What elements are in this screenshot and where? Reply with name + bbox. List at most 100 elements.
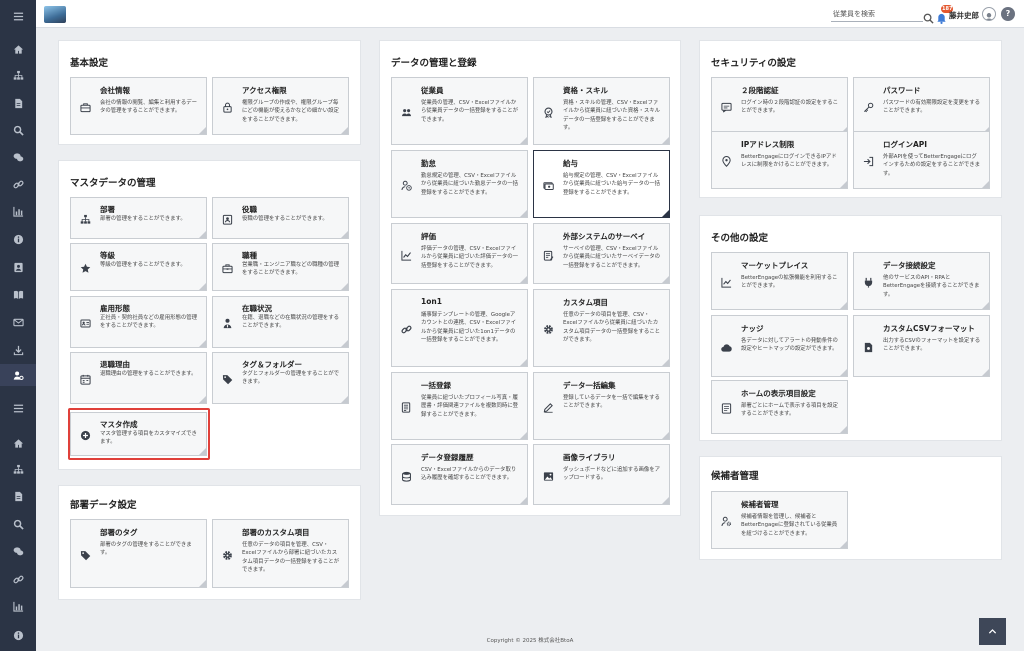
chat-icon[interactable]: [0, 146, 36, 168]
document-icon[interactable]: [0, 485, 36, 507]
plus-circle-icon: [80, 430, 91, 441]
calendar-icon: [80, 374, 91, 385]
tile-description: 議事録テンプレートの管理、Googleアカウントとの連携、CSV・Excelファ…: [421, 312, 517, 343]
message-icon: [721, 102, 732, 113]
tile-dept-0[interactable]: 部署のタグ 部署のタグの管理をすることができます。: [70, 519, 207, 588]
help-icon[interactable]: ?: [1001, 7, 1015, 21]
document-icon[interactable]: [0, 92, 36, 114]
home-icon[interactable]: [0, 432, 36, 454]
tile-data-9[interactable]: データ一括編集 登録しているデータを一括で編集をすることができます。: [533, 372, 670, 440]
section-title: 部署データ設定: [70, 500, 137, 511]
tile-data-2[interactable]: 勤怠勤怠規定の管理、CSV・Excelファイルから従業員に紐づいた勤怠データの一…: [391, 150, 528, 218]
tile-description: 他のサービスのAPI・RPAとBetterEngageを接続することができます。: [883, 275, 980, 298]
tile-data-5[interactable]: 外部システムのサーベイ サーベイの管理、CSV・Excelファイルから従業員に紐づ…: [533, 223, 670, 284]
org-chart-icon[interactable]: [0, 458, 36, 480]
tile-data-6[interactable]: 1on1 議事録テンプレートの管理、Googleアカウントとの連携、CSV・Exc…: [391, 289, 528, 367]
tile-basic-0[interactable]: 会社情報 会社の情報の閲覧、編集と利用するデータの管理をすることができます。: [70, 77, 207, 135]
tile-master-3[interactable]: 職種 営業職・エンジニア職などの職種の管理をすることができます。: [212, 243, 349, 291]
tile-data-7[interactable]: カスタム項目 任意のデータの項目を管理、CSV・Excelファイルから従業員に紐づ…: [533, 289, 670, 367]
book-icon[interactable]: [0, 283, 36, 305]
company-logo[interactable]: [44, 6, 66, 23]
tile-description: 勤怠規定の管理、CSV・Excelファイルから従業員に紐づいた勤怠データの一括登…: [421, 173, 519, 196]
tile-description: 任意のデータの項目を管理、CSV・Excelファイルから従業員に紐づいたカスタム…: [563, 312, 661, 343]
org-chart-icon[interactable]: [0, 64, 36, 86]
search-icon[interactable]: [923, 9, 934, 24]
sidebar-nav: [0, 0, 36, 651]
org-chart-icon: [80, 214, 91, 225]
tile-title: 会社情報: [100, 86, 130, 95]
section-title: マスタデータの管理: [70, 178, 156, 189]
tile-data-8[interactable]: 一括登録 従業員に紐づいたプロフィール写真・履歴書・評価関連ファイルを複数同時に登…: [391, 372, 528, 440]
home-icon[interactable]: [0, 38, 36, 60]
tile-master-0[interactable]: 部署 部署の管理をすることができます。: [70, 197, 207, 239]
tile-description: 資格・スキルの管理、CSV・Excelファイルから従業員に紐づいた資格・スキルデ…: [563, 100, 661, 131]
tag-icon: [80, 550, 91, 561]
tile-security-2[interactable]: IPアドレス制限 BetterEngageにログインできるIPアドレスに制限をかけ…: [711, 131, 848, 189]
tile-title: 勤怠: [421, 159, 436, 168]
tile-master-6[interactable]: 退職理由 退職理由の管理をすることができます。: [70, 352, 207, 404]
tile-title: パスワード: [883, 86, 921, 95]
tile-data-11[interactable]: 画像ライブラリ ダッシュボードなどに追加する画像をアップロードする。: [533, 444, 670, 505]
tile-master-1[interactable]: 役職 役職の管理をすることができます。: [212, 197, 349, 239]
avatar[interactable]: [982, 7, 996, 21]
bar-chart-icon[interactable]: [0, 595, 36, 617]
tile-dept-1[interactable]: 部署のカスタム項目 任意のデータの項目を管理、CSV・Excelファイルから部署に…: [212, 519, 349, 588]
tile-master-4[interactable]: 雇用形態 正社員・契約社員などの雇用形態の管理をすることができます。: [70, 296, 207, 348]
tile-master-7[interactable]: タグ＆フォルダー タグとフォルダーの管理をすることができます。: [212, 352, 349, 404]
tile-master-2[interactable]: 等級 等級の管理をすることができます。: [70, 243, 207, 291]
location-icon: [721, 156, 732, 167]
tile-description: 任意のデータの項目を管理、CSV・Excelファイルから部署に紐づいたカスタム項…: [242, 542, 340, 573]
tile-description: 部署ごとにホームで表示する項目を設定することができます。: [741, 403, 838, 418]
tile-candidate-0[interactable]: 候補者管理 候補者情報を管理し、候補者とBetterEngageに登録されている従…: [711, 491, 848, 549]
person-clock-icon: [401, 180, 412, 191]
tile-title: 役職: [242, 205, 257, 214]
menu-icon[interactable]: [0, 397, 36, 419]
chat-icon[interactable]: [0, 540, 36, 562]
username-label[interactable]: 藤井史郎: [949, 10, 979, 21]
tile-security-1[interactable]: パスワード パスワードの有効期限設定を変更をすることができます。: [853, 77, 990, 135]
cloud-icon: [721, 342, 732, 353]
tile-other-4[interactable]: ホームの表示項目設定 部署ごとにホームで表示する項目を設定することができます。: [711, 380, 848, 434]
link-icon[interactable]: [0, 568, 36, 590]
tile-title: マスタ作成: [100, 420, 138, 429]
tile-title: 等級: [100, 251, 115, 260]
link-icon[interactable]: [0, 173, 36, 195]
tile-security-3[interactable]: ログインAPI 外部APIを使ってBetterEngageにログインするための設定…: [853, 131, 990, 189]
csv-gear-icon: [863, 342, 874, 353]
tile-other-2[interactable]: ナッジ 各データに対してアラートの発動条件の設定やヒートマップの設定ができます。: [711, 315, 848, 377]
bar-chart-icon[interactable]: [0, 200, 36, 222]
tile-title: 従業員: [421, 86, 444, 95]
tile-title: ナッジ: [741, 324, 764, 333]
tile-title: 雇用形態: [100, 304, 130, 313]
profile-card-icon[interactable]: [0, 256, 36, 278]
tile-title: 資格・スキル: [563, 86, 608, 95]
login-icon: [863, 156, 874, 167]
download-icon[interactable]: [0, 339, 36, 361]
section-title: データの管理と登録: [391, 58, 477, 69]
tile-data-0[interactable]: 従業員 従業員の管理、CSV・Excelファイルから従業員データの一括登録をするこ…: [391, 77, 528, 145]
tile-other-0[interactable]: マーケットプレイス BetterEngageの拡張機能を利用することができます。: [711, 252, 848, 310]
tile-data-3[interactable]: 給与 給与規定の管理、CSV・Excelファイルから従業員に紐づいた給与データの一…: [533, 150, 670, 218]
survey-icon: [543, 250, 554, 261]
users-settings-icon[interactable]: [0, 364, 36, 386]
info-icon[interactable]: [0, 624, 36, 646]
scroll-to-top-button[interactable]: [979, 618, 1006, 645]
mail-icon[interactable]: [0, 311, 36, 333]
tile-title: データ一括編集: [563, 381, 616, 390]
search-icon[interactable]: [0, 513, 36, 535]
menu-icon[interactable]: [0, 5, 36, 27]
tile-data-10[interactable]: データ登録履歴 CSV・Excelファイルからのデータ取り込み履歴を確認することが…: [391, 444, 528, 505]
employee-search-input[interactable]: [831, 7, 923, 22]
tile-other-1[interactable]: データ接続設定 他のサービスのAPI・RPAとBetterEngageを接続するこ…: [853, 252, 990, 310]
info-icon[interactable]: [0, 228, 36, 250]
tile-master-5[interactable]: 在職状況 在籍、退職などの在職状況の管理をすることができます。: [212, 296, 349, 348]
tile-other-3[interactable]: カスタムCSVフォーマット 出力するCSVのフォーマットを設定することができます。: [853, 315, 990, 377]
tile-master-8[interactable]: マスタ作成 マスタ管理する項目をカスタマイズできます。: [70, 412, 207, 456]
tile-data-1[interactable]: 資格・スキル資格・スキルの管理、CSV・Excelファイルから従業員に紐づいた資…: [533, 77, 670, 145]
tile-basic-1[interactable]: アクセス権限 権限グループの作成や、権限グループ毎にどの機能が使えるかなどの細かい…: [212, 77, 349, 135]
tile-security-0[interactable]: ２段階認証 ログイン時の２段階認証の設定をすることができます。: [711, 77, 848, 135]
tile-data-4[interactable]: 評価 評価データの管理、CSV・Excelファイルから従業員に紐づいた評価データの…: [391, 223, 528, 284]
tile-description: 退職理由の管理をすることができます。: [100, 371, 197, 377]
search-icon[interactable]: [0, 119, 36, 141]
tile-description: ログイン時の２段階認証の設定をすることができます。: [741, 100, 839, 115]
